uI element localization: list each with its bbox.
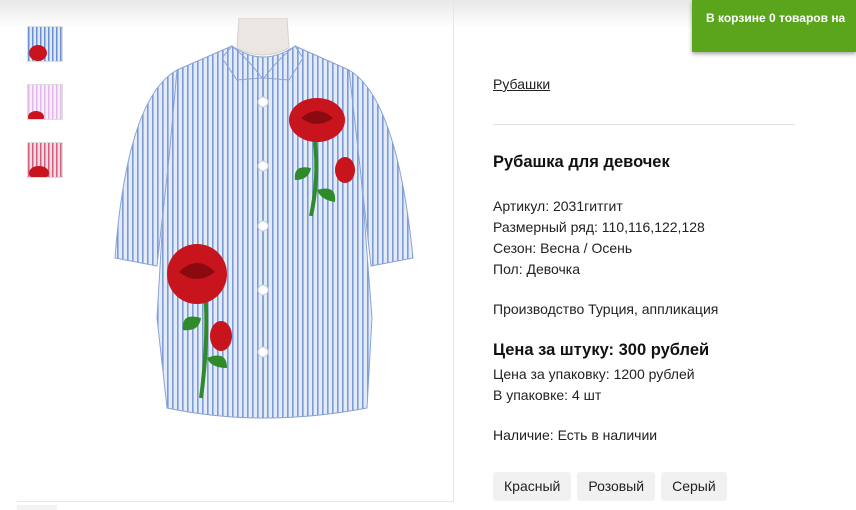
availability: Наличие: Есть в наличии: [493, 427, 658, 443]
cart-suffix: товаров на: [779, 11, 846, 25]
cart-text: В корзине 0 товаров на: [706, 11, 845, 25]
color-options: Красный Розовый Серый: [493, 472, 733, 501]
pack-size: В упаковке: 4 шт: [493, 387, 602, 403]
blue-striped-shirt-thumbnail: [28, 27, 62, 61]
thumbnail-blue-shirt[interactable]: [27, 26, 63, 62]
color-option-pink[interactable]: Розовый: [577, 472, 656, 501]
thumbnail-red-shirt[interactable]: [27, 142, 63, 178]
color-option-red[interactable]: Красный: [493, 472, 572, 501]
pack-price: Цена за упаковку: 1200 рублей: [493, 366, 695, 382]
red-striped-shirt-thumbnail: [28, 143, 62, 177]
cart-summary[interactable]: В корзине 0 товаров на: [692, 0, 856, 52]
spec-season: Сезон: Весна / Осень: [493, 240, 633, 256]
spec-gender: Пол: Девочка: [493, 261, 581, 277]
breadcrumb-category-link[interactable]: Рубашки: [493, 76, 550, 92]
color-option-gray[interactable]: Серый: [661, 472, 727, 501]
pack-info: Цена за упаковку: 1200 рублей В упаковке…: [493, 364, 695, 406]
image-caption-fragment: [17, 505, 57, 510]
divider: [493, 124, 795, 125]
thumbnail-pink-shirt[interactable]: [27, 84, 63, 120]
pink-striped-shirt-thumbnail: [28, 85, 62, 119]
cart-count: 0: [768, 11, 776, 25]
product-main-image[interactable]: [17, 0, 454, 502]
product-specs: Артикул: 2031гитгит Размерный ряд: 110,1…: [493, 196, 705, 280]
unit-price: Цена за штуку: 300 рублей: [493, 341, 710, 359]
spec-article: Артикул: 2031гитгит: [493, 198, 623, 214]
product-title: Рубашка для девочек: [493, 153, 670, 171]
product-note: Производство Турция, аппликация: [493, 301, 719, 317]
spec-sizes: Размерный ряд: 110,116,122,128: [493, 219, 705, 235]
cart-prefix: В корзине: [706, 11, 766, 25]
shirt-illustration: [114, 18, 414, 419]
